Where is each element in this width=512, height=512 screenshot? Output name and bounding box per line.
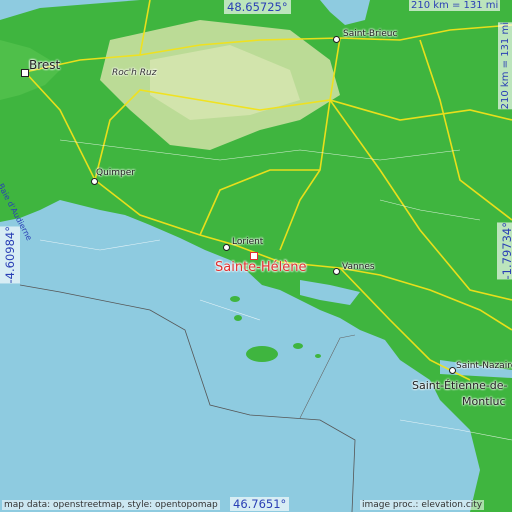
lorient-marker	[223, 244, 230, 251]
footer-attribution: map data: openstreetmap, style: opentopo…	[2, 500, 220, 510]
scale-horizontal: 210 km = 131 mi	[409, 0, 501, 11]
saint-brieuc-marker	[333, 36, 340, 43]
highlight-marker	[250, 252, 258, 260]
map-view[interactable]: Brest Saint-Brieuc Roc'h Ruz Quimper Lor…	[0, 0, 512, 512]
coord-left: -4.60984°	[0, 226, 20, 284]
city-label-roch-ruz: Roc'h Ruz	[112, 68, 157, 78]
footer-processing: image proc.: elevation.city	[360, 500, 485, 510]
scale-vertical: 210 km = 131 mi	[498, 22, 512, 110]
brest-marker	[21, 69, 29, 77]
city-label-lorient: Lorient	[232, 237, 264, 247]
saint-nazaire-marker	[449, 367, 456, 374]
coord-top: 48.65725°	[224, 0, 291, 14]
city-label-montluc: Montluc	[462, 395, 506, 408]
coord-bottom: 46.7651°	[230, 497, 290, 511]
vannes-marker	[333, 268, 340, 275]
coord-right: -1.79734°	[497, 222, 512, 280]
city-label-saint-brieuc: Saint-Brieuc	[343, 29, 398, 39]
city-label-brest: Brest	[29, 58, 61, 72]
quimper-marker	[91, 178, 98, 185]
city-label-saint-nazaire: Saint-Nazaire	[456, 361, 512, 371]
city-label-saint-etienne: Saint-Étienne-de-	[412, 379, 508, 392]
city-label-quimper: Quimper	[96, 168, 136, 178]
city-label-vannes: Vannes	[342, 262, 375, 272]
highlight-place-label: Sainte-Hélène	[215, 260, 307, 275]
